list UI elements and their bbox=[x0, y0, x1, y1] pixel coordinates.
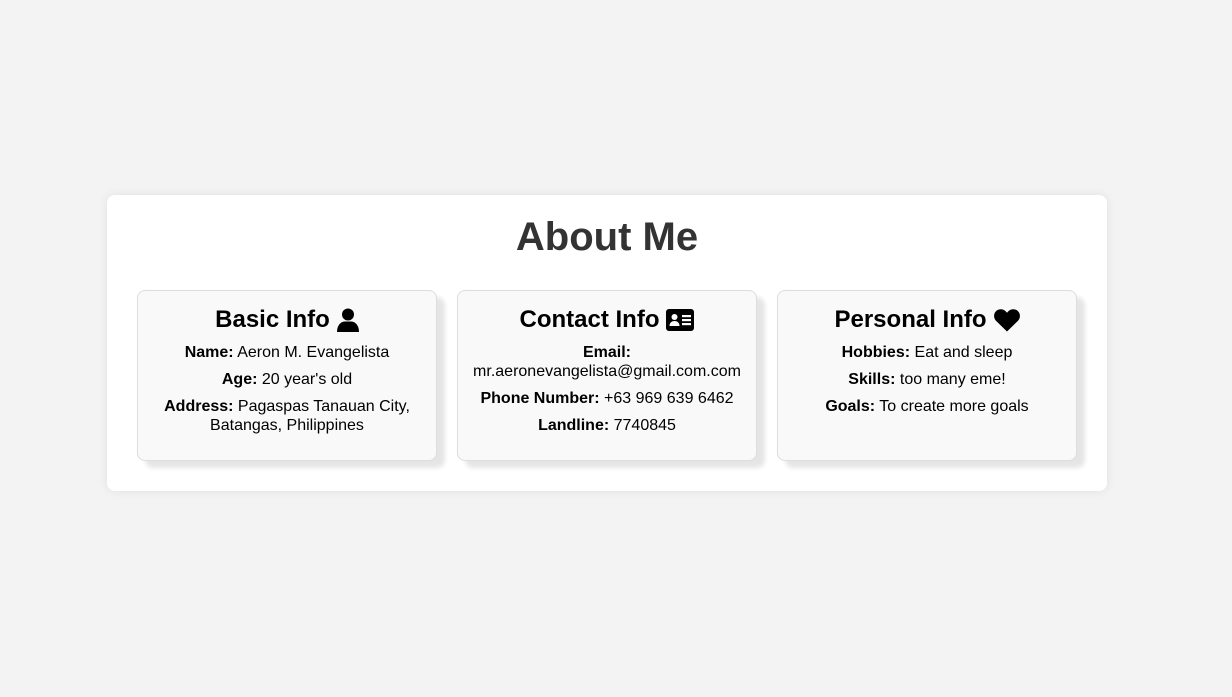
phone-value: +63 969 639 6462 bbox=[604, 390, 734, 407]
about-me-panel: About Me Basic Info Name: Aeron M. Evang… bbox=[107, 195, 1107, 491]
goals-label: Goals: bbox=[825, 398, 876, 415]
personal-info-card: Personal Info Hobbies: Eat and sleep Ski… bbox=[777, 290, 1077, 461]
heart-icon bbox=[993, 308, 1020, 332]
landline-row: Landline: 7740845 bbox=[470, 416, 744, 435]
email-row: Email: mr.aeronevangelista@gmail.com.com bbox=[470, 343, 744, 381]
email-value: mr.aeronevangelista@gmail.com.com bbox=[473, 363, 741, 380]
basic-info-heading-text: Basic Info bbox=[215, 306, 330, 333]
skills-value: too many eme! bbox=[899, 371, 1006, 388]
name-value: Aeron M. Evangelista bbox=[237, 344, 390, 361]
age-value: 20 year's old bbox=[261, 371, 353, 388]
address-row: Address: Pagaspas Tanauan City, Batangas… bbox=[150, 397, 424, 435]
contact-info-heading: Contact Info bbox=[458, 291, 756, 335]
contact-info-card: Contact Info Email: mr.aeronevangelista@… bbox=[457, 290, 757, 461]
phone-row: Phone Number: +63 969 639 6462 bbox=[470, 389, 744, 408]
age-row: Age: 20 year's old bbox=[150, 370, 424, 389]
goals-value: To create more goals bbox=[879, 398, 1029, 415]
hobbies-row: Hobbies: Eat and sleep bbox=[790, 343, 1064, 362]
contact-info-heading-text: Contact Info bbox=[519, 306, 660, 333]
id-card-icon bbox=[666, 309, 695, 331]
personal-info-heading-text: Personal Info bbox=[834, 306, 987, 333]
hobbies-label: Hobbies: bbox=[841, 344, 911, 361]
address-label: Address: bbox=[164, 398, 234, 415]
name-label: Name: bbox=[184, 344, 234, 361]
name-row: Name: Aeron M. Evangelista bbox=[150, 343, 424, 362]
basic-info-heading: Basic Info bbox=[138, 291, 436, 335]
skills-row: Skills: too many eme! bbox=[790, 370, 1064, 389]
age-label: Age: bbox=[221, 371, 258, 388]
goals-row: Goals: To create more goals bbox=[790, 397, 1064, 416]
personal-info-heading: Personal Info bbox=[778, 291, 1076, 335]
basic-info-card: Basic Info Name: Aeron M. Evangelista Ag… bbox=[137, 290, 437, 461]
email-label: Email: bbox=[582, 344, 631, 361]
landline-value: 7740845 bbox=[613, 417, 676, 434]
phone-label: Phone Number: bbox=[480, 390, 600, 407]
user-icon bbox=[336, 308, 359, 332]
page-title: About Me bbox=[515, 215, 699, 259]
address-value: Pagaspas Tanauan City, Batangas, Philipp… bbox=[210, 398, 410, 434]
skills-label: Skills: bbox=[848, 371, 896, 388]
landline-label: Landline: bbox=[538, 417, 610, 434]
hobbies-value: Eat and sleep bbox=[914, 344, 1013, 361]
